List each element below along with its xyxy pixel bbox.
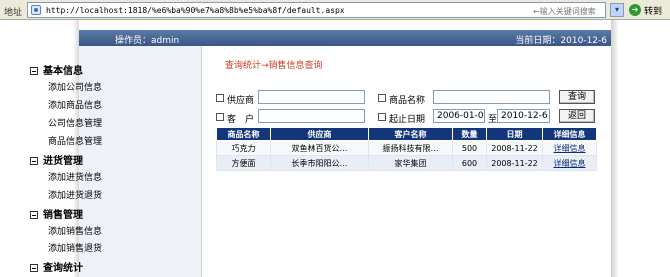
cell-date: 2008-11-22 <box>486 155 543 171</box>
product-label: 商品名称 <box>389 96 426 106</box>
browser-address-bar: 地址 http://localhost:1818/%e6%ba%90%e7%a8… <box>0 0 670 20</box>
collapse-icon[interactable] <box>30 157 38 165</box>
column-header-supplier: 供应商 <box>270 127 369 141</box>
customer-input[interactable] <box>258 109 365 123</box>
supplier-checkbox[interactable] <box>216 94 224 102</box>
go-label: 转到 <box>644 7 663 17</box>
cell-quantity: 600 <box>452 155 487 171</box>
url-text: http://localhost:1818/%e6%ba%90%e7%a8%8b… <box>46 6 345 15</box>
sidebar-item-add-sale[interactable]: 添加销售信息 <box>48 224 102 237</box>
customer-label: 客 户 <box>227 115 255 125</box>
column-header-customer: 客户名称 <box>368 127 453 141</box>
chevron-down-icon[interactable]: ▾ <box>610 3 624 17</box>
sidebar-item-add-sale-return[interactable]: 添加销售退货 <box>48 241 102 254</box>
sidebar-item-add-product[interactable]: 添加商品信息 <box>48 98 102 111</box>
product-checkbox[interactable] <box>378 94 386 102</box>
supplier-label: 供应商 <box>227 96 255 106</box>
collapse-icon[interactable] <box>30 67 38 75</box>
table-row: 巧克力 双鱼林百货公… 振扬科技有限… 500 2008-11-22 详细信息 <box>216 140 597 156</box>
column-header-date: 日期 <box>486 127 543 141</box>
cell-date: 2008-11-22 <box>486 140 543 156</box>
sidebar-group-label: 进货管理 <box>43 156 83 167</box>
url-input[interactable]: http://localhost:1818/%e6%ba%90%e7%a8%8b… <box>27 2 606 18</box>
column-header-details: 详细信息 <box>542 127 597 141</box>
collapse-icon[interactable] <box>30 264 38 272</box>
cell-supplier: 双鱼林百货公… <box>270 140 369 156</box>
sidebar-group-sales[interactable]: 销售管理 <box>30 206 83 221</box>
table-header-row: 商品名称 供应商 客户名称 数量 日期 详细信息 <box>216 127 597 141</box>
cell-quantity: 500 <box>452 140 487 156</box>
sidebar-group-query-stats[interactable]: 查询统计 <box>30 259 83 274</box>
sidebar-item-add-purchase[interactable]: 添加进货信息 <box>48 170 102 183</box>
arrow-right-icon: ➜ <box>629 4 641 16</box>
start-date-input[interactable]: 2006-01-01 <box>433 109 485 123</box>
sidebar-group-purchase[interactable]: 进货管理 <box>30 152 83 167</box>
cell-product: 巧克力 <box>216 140 271 156</box>
sidebar-group-label: 查询统计 <box>43 263 83 274</box>
to-label: 至 <box>488 115 498 125</box>
sales-results-table: 商品名称 供应商 客户名称 数量 日期 详细信息 巧克力 双鱼林百货公… 振扬科… <box>216 127 597 171</box>
cell-product: 方便面 <box>216 155 271 171</box>
cell-supplier: 长季市阳阳公… <box>270 155 369 171</box>
table-row: 方便面 长季市阳阳公… 家华集团 600 2008-11-22 详细信息 <box>216 155 597 171</box>
details-link[interactable]: 详细信息 <box>554 144 586 153</box>
go-button[interactable]: ➜ 转到 <box>628 2 668 18</box>
sidebar-item-company-manage[interactable]: 公司信息管理 <box>48 116 102 129</box>
cell-details: 详细信息 <box>542 155 597 171</box>
page-icon <box>31 5 41 15</box>
product-input[interactable] <box>433 90 550 104</box>
sidebar-item-product-manage[interactable]: 商品信息管理 <box>48 134 102 147</box>
date-range-checkbox[interactable] <box>378 113 386 121</box>
query-button[interactable]: 查询 <box>559 90 595 104</box>
customer-checkbox[interactable] <box>216 113 224 121</box>
details-link[interactable]: 详细信息 <box>554 159 586 168</box>
sidebar-item-add-purchase-return[interactable]: 添加进货退货 <box>48 188 102 201</box>
column-header-product: 商品名称 <box>216 127 271 141</box>
current-date: 当前日期：2010-12-6 <box>515 36 607 46</box>
breadcrumb: 查询统计→销售信息查询 <box>225 61 323 71</box>
column-header-quantity: 数量 <box>452 127 487 141</box>
date-range-label: 起止日期 <box>389 115 426 125</box>
address-label: 地址 <box>4 8 23 18</box>
operator-label: 操作员：admin <box>115 36 180 46</box>
back-button[interactable]: 返回 <box>559 109 595 123</box>
sidebar-group-basic-info[interactable]: 基本信息 <box>30 62 83 77</box>
page-shadow-right <box>611 20 619 277</box>
cell-customer: 振扬科技有限… <box>368 140 453 156</box>
collapse-icon[interactable] <box>30 211 38 219</box>
sidebar-group-label: 基本信息 <box>43 66 83 77</box>
cell-details: 详细信息 <box>542 140 597 156</box>
sidebar-item-add-company[interactable]: 添加公司信息 <box>48 80 102 93</box>
sidebar-group-label: 销售管理 <box>43 210 83 221</box>
page-header: 操作员：admin 当前日期：2010-12-6 <box>79 30 611 46</box>
end-date-input[interactable]: 2010-12-6 <box>497 109 550 123</box>
supplier-input[interactable] <box>258 90 365 104</box>
cell-customer: 家华集团 <box>368 155 453 171</box>
